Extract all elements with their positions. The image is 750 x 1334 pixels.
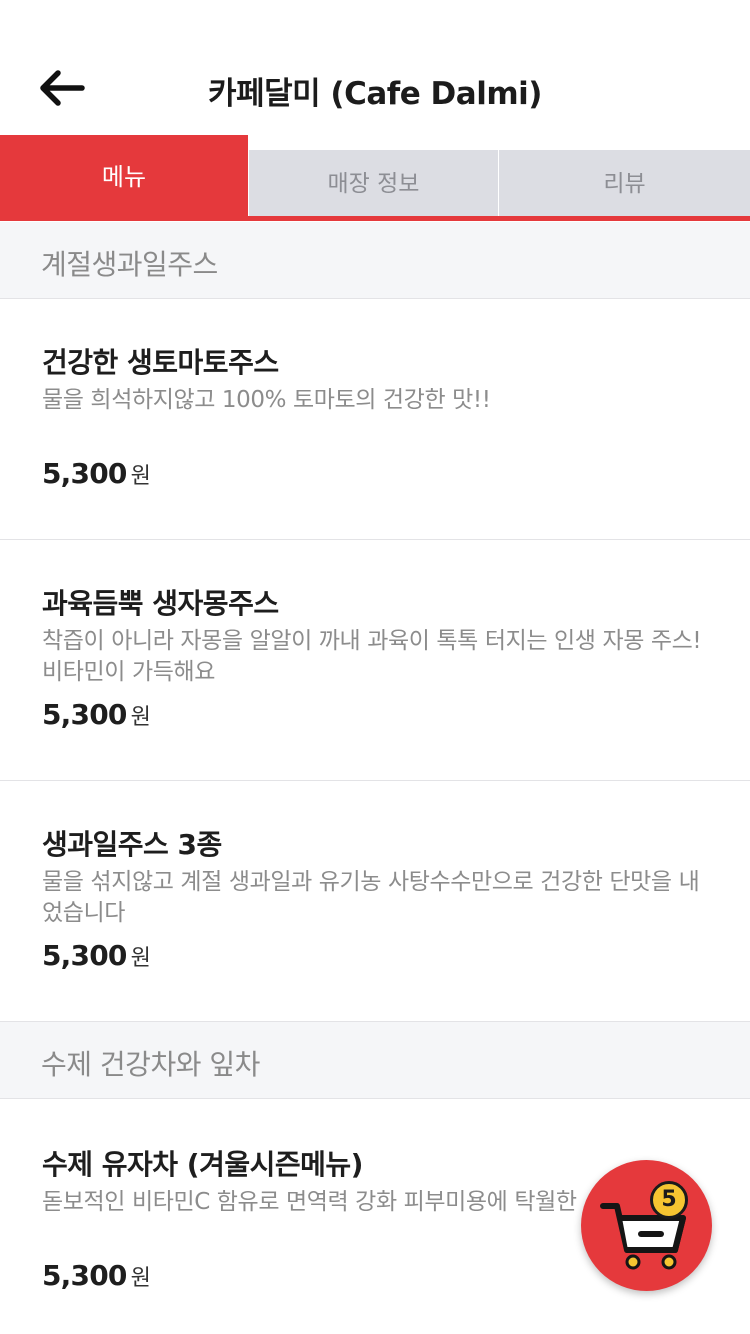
cart-button[interactable]: [581, 1160, 712, 1291]
price-value: 5,300: [42, 457, 127, 490]
price-unit: 원: [130, 1266, 151, 1291]
app-header: 카페달미 (Cafe Dalmi): [0, 0, 750, 135]
menu-item-price: 5,300 원: [42, 939, 151, 972]
price-unit: 원: [130, 946, 151, 971]
menu-item[interactable]: 과육듬뿍 생자몽주스 착즙이 아니라 자몽을 알알이 까내 과육이 톡톡 터지는…: [0, 540, 750, 781]
menu-item[interactable]: 생과일주스 3종 물을 섞지않고 계절 생과일과 유기농 사탕수수만으로 건강한…: [0, 781, 750, 1022]
price-value: 5,300: [42, 939, 127, 972]
menu-item-name: 과육듬뿍 생자몽주스: [42, 587, 279, 620]
menu-item-description: 물을 희석하지않고 100% 토마토의 건강한 맛!!: [42, 387, 491, 413]
menu-item-name: 건강한 생토마토주스: [42, 346, 279, 379]
tab-store-info[interactable]: 매장 정보: [249, 150, 498, 216]
price-unit: 원: [130, 464, 151, 489]
section-header: 수제 건강차와 잎차: [0, 1022, 750, 1099]
price-unit: 원: [130, 705, 151, 730]
tab-reviews[interactable]: 리뷰: [499, 150, 750, 216]
menu-item-description: 착즙이 아니라 자몽을 알알이 까내 과육이 톡톡 터지는 인생 자몽 주스! …: [42, 628, 702, 685]
page-title: 카페달미 (Cafe Dalmi): [208, 76, 542, 112]
menu-item-price: 5,300 원: [42, 457, 151, 490]
menu-item-price: 5,300 원: [42, 698, 151, 731]
menu-item-price: 5,300 원: [42, 1259, 151, 1292]
tab-menu[interactable]: 메뉴: [0, 135, 248, 216]
menu-item-name: 생과일주스 3종: [42, 828, 222, 861]
price-value: 5,300: [42, 1259, 127, 1292]
shopping-cart-icon: [600, 1203, 686, 1270]
cart-count-badge: 5: [650, 1181, 688, 1219]
menu-item-name: 수제 유자차 (겨울시즌메뉴): [42, 1148, 363, 1181]
price-value: 5,300: [42, 698, 127, 731]
tab-underline: [0, 216, 750, 221]
section-header: 계절생과일주스: [0, 222, 750, 299]
menu-item-description: 물을 섞지않고 계절 생과일과 유기농 사탕수수만으로 건강한 단맛을 내었습니…: [42, 869, 700, 926]
section-title: 계절생과일주스: [41, 248, 218, 281]
section-title: 수제 건강차와 잎차: [41, 1048, 260, 1081]
menu-item[interactable]: 건강한 생토마토주스 물을 희석하지않고 100% 토마토의 건강한 맛!! 5…: [0, 299, 750, 540]
tab-bar: 메뉴 매장 정보 리뷰: [0, 135, 750, 222]
